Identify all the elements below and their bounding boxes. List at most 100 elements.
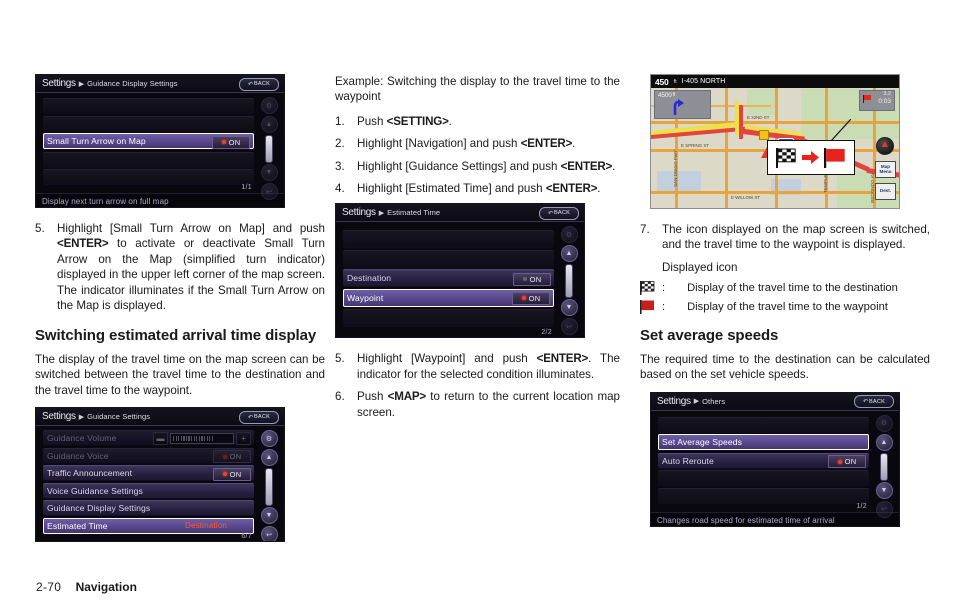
displayed-icon-list: : Display of the travel time to the dest… bbox=[640, 281, 930, 315]
scroll-down-button[interactable]: ▼ bbox=[560, 299, 578, 317]
indicator-dot-icon bbox=[222, 472, 227, 477]
indicator-dot-icon bbox=[222, 454, 227, 459]
scroll-down-button[interactable]: ▼ bbox=[260, 507, 278, 525]
list-item-guidance-voice[interactable]: Guidance Voice ON bbox=[43, 447, 254, 464]
list-item-guidance-volume[interactable]: Guidance Volume ▬ + bbox=[43, 430, 254, 446]
list-item-guidance-display-settings[interactable]: Guidance Display Settings bbox=[43, 500, 254, 516]
indicator-dot-icon bbox=[522, 277, 527, 282]
list-item-set-average-speeds[interactable]: Set Average Speeds bbox=[658, 434, 869, 451]
back-label: BACK bbox=[253, 414, 271, 421]
icon-row-waypoint: : Display of the travel time to the wayp… bbox=[640, 300, 930, 315]
toggle-badge[interactable]: ON bbox=[512, 291, 550, 305]
return-button[interactable]: ↩ bbox=[875, 500, 893, 518]
toggle-badge[interactable]: ON bbox=[213, 450, 251, 464]
list-item[interactable] bbox=[658, 487, 869, 503]
return-button[interactable]: ↩ bbox=[260, 183, 278, 200]
scroll-up-button[interactable]: ▲ bbox=[260, 449, 278, 467]
toggle-badge[interactable]: ON bbox=[513, 272, 551, 286]
toggle-badge[interactable]: ON bbox=[213, 467, 251, 481]
nav-map-screen: I-405 E 32ND ST E SPRING ST E WILLOW ST … bbox=[650, 74, 900, 209]
page-number: 2-70 bbox=[36, 580, 62, 594]
screen1-status-bar: Display next turn arrow on full map bbox=[36, 193, 284, 207]
list-item[interactable] bbox=[343, 230, 554, 248]
indicator-dot-icon bbox=[521, 296, 526, 301]
settings-side-button[interactable]: ⚙ bbox=[875, 414, 893, 432]
step-number: 2. bbox=[335, 137, 345, 151]
screen1-header: Settings ▶ Guidance Display Settings ↶ B… bbox=[36, 75, 284, 93]
key-enter: <ENTER> bbox=[545, 182, 598, 196]
key-map: <MAP> bbox=[387, 390, 427, 404]
scroll-up-button[interactable]: ▲ bbox=[260, 116, 278, 133]
list-item-voice-guidance-settings[interactable]: Voice Guidance Settings bbox=[43, 482, 254, 498]
list-item[interactable] bbox=[43, 98, 254, 113]
list-item[interactable] bbox=[43, 169, 254, 184]
page-footer: 2-70 Navigation bbox=[36, 580, 137, 594]
step-text: Push <SETTING>. bbox=[357, 114, 620, 129]
scroll-down-button[interactable]: ▼ bbox=[875, 481, 893, 499]
volume-plus-button[interactable]: + bbox=[236, 432, 251, 446]
toggle-badge[interactable]: ON bbox=[828, 455, 866, 469]
step-number: 1. bbox=[335, 114, 345, 128]
map-menu-button[interactable]: Map Menu bbox=[875, 161, 896, 178]
list-item[interactable] bbox=[343, 249, 554, 267]
eta-time: 0:03 bbox=[878, 98, 891, 105]
scrollbar-thumb[interactable] bbox=[880, 452, 888, 481]
step-text-a: Highlight [Small Turn Arrow on Map] and … bbox=[57, 222, 325, 235]
list-item-waypoint[interactable]: Waypoint ON bbox=[343, 288, 554, 307]
list-item[interactable] bbox=[43, 115, 254, 131]
list-item-estimated-time[interactable]: Estimated Time Destination bbox=[43, 517, 254, 534]
list-item[interactable] bbox=[43, 151, 254, 167]
list-item-label: Small Turn Arrow on Map bbox=[47, 136, 146, 146]
icon-colon: : bbox=[662, 282, 666, 295]
screen4-back-button[interactable]: ↶ BACK bbox=[854, 395, 894, 409]
eta-distance: 3.2 bbox=[883, 91, 891, 97]
volume-track[interactable] bbox=[170, 433, 234, 445]
list-item-traffic-announcement[interactable]: Traffic Announcement ON bbox=[43, 465, 254, 481]
volume-slider[interactable]: ▬ + bbox=[153, 432, 251, 446]
list-item-auto-reroute[interactable]: Auto Reroute ON bbox=[658, 452, 869, 469]
map-top-bar: 450 ft I-405 NORTH bbox=[651, 75, 899, 88]
screen2-breadcrumb: Guidance Settings bbox=[87, 412, 151, 422]
volume-minus-button[interactable]: ▬ bbox=[153, 432, 168, 446]
scrollbar-thumb[interactable] bbox=[565, 264, 573, 299]
return-button[interactable]: ↩ bbox=[260, 526, 278, 542]
settings-side-button[interactable]: ⚙ bbox=[560, 226, 578, 244]
list-item[interactable] bbox=[658, 470, 869, 486]
screen4-status-text: Changes road speed for estimated time of… bbox=[657, 515, 835, 525]
middle-column: Example: Switching the display to the tr… bbox=[335, 74, 620, 427]
compass-icon[interactable] bbox=[876, 137, 894, 155]
settings-side-button[interactable]: ⚙ bbox=[260, 430, 278, 448]
screen1-back-button[interactable]: ↶ BACK bbox=[239, 77, 279, 91]
list-item-small-turn-arrow[interactable]: Small Turn Arrow on Map ON bbox=[43, 133, 254, 149]
screen2-back-button[interactable]: ↶ BACK bbox=[239, 410, 279, 424]
example-intro: Example: Switching the display to the tr… bbox=[335, 75, 620, 104]
sub-distance-unit: ft bbox=[672, 92, 676, 98]
return-button[interactable]: ↩ bbox=[560, 318, 578, 336]
back-label: BACK bbox=[553, 210, 571, 217]
street-label: E 32ND ST bbox=[747, 115, 770, 120]
scroll-up-button[interactable]: ▲ bbox=[560, 245, 578, 263]
list-item-destination[interactable]: Destination ON bbox=[343, 269, 554, 287]
scrollbar-thumb[interactable] bbox=[265, 135, 273, 163]
step-text: Push <MAP> to return to the current loca… bbox=[357, 389, 620, 420]
screen4-header: Settings ▶ Others ↶ BACK bbox=[651, 392, 899, 411]
scroll-down-button[interactable]: ▼ bbox=[260, 164, 278, 181]
step-text-pre: Push bbox=[357, 390, 388, 404]
screen3-breadcrumb: Estimated Time bbox=[387, 208, 441, 218]
street-label: E SPRING ST bbox=[681, 143, 709, 148]
screen1-page-indicator: 1/1 bbox=[241, 184, 252, 191]
list-item[interactable] bbox=[343, 309, 554, 327]
checkered-flag-icon bbox=[775, 147, 796, 168]
map-distance: 450 bbox=[655, 76, 669, 87]
screen3-back-button[interactable]: ↶ BACK bbox=[539, 206, 579, 220]
step-text-post: . bbox=[572, 137, 576, 151]
list-item[interactable] bbox=[658, 416, 869, 432]
scroll-up-button[interactable]: ▲ bbox=[875, 433, 893, 451]
scrollbar-thumb[interactable] bbox=[265, 468, 273, 507]
red-flag-icon bbox=[640, 300, 654, 315]
icon-description: Display of the travel time to the waypoi… bbox=[687, 301, 888, 314]
icon-cell bbox=[640, 281, 662, 296]
settings-side-button[interactable]: ⚙ bbox=[260, 97, 278, 114]
toggle-badge[interactable]: ON bbox=[212, 135, 250, 149]
destination-button[interactable]: Dest. bbox=[875, 183, 896, 200]
